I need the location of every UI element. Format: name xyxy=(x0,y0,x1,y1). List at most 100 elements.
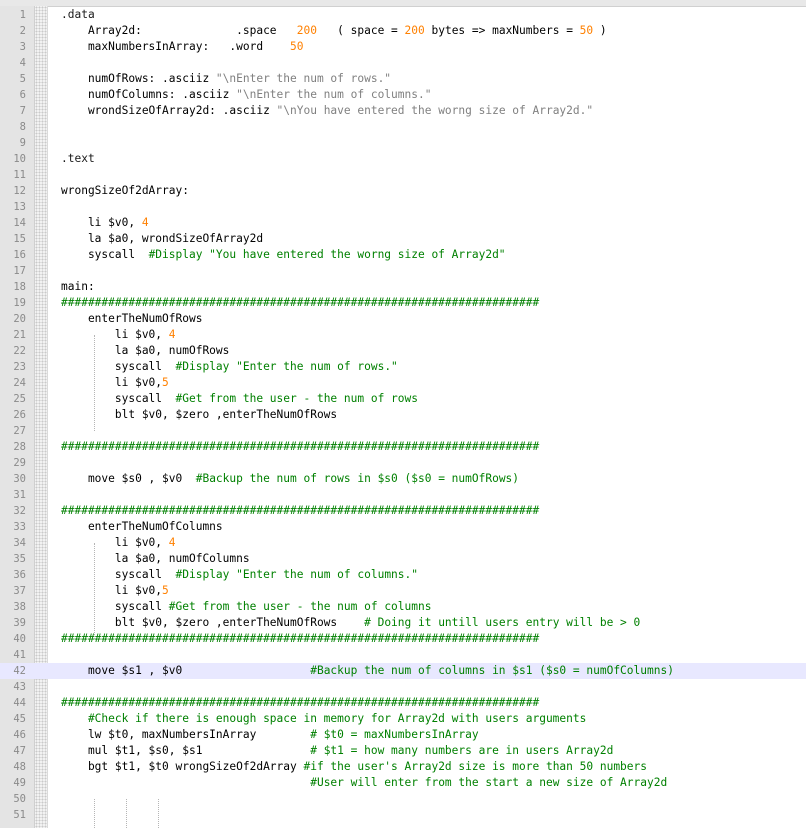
code-token: main: xyxy=(61,280,95,293)
code-line[interactable]: 3 maxNumbersInArray: .word 50 xyxy=(0,39,806,55)
code-line[interactable]: 35 la $a0, numOfColumns xyxy=(0,551,806,567)
code-line[interactable]: 47 mul $t1, $s0, $s1 # $t1 = how many nu… xyxy=(0,743,806,759)
code-token: syscall xyxy=(61,360,176,373)
code-token: li $v0, xyxy=(61,536,169,549)
line-code: blt $v0, $zero ,enterTheNumOfRows xyxy=(61,407,337,423)
code-line[interactable]: 27 xyxy=(0,423,806,439)
line-number: 17 xyxy=(13,265,26,277)
code-line[interactable]: 25 syscall #Get from the user - the num … xyxy=(0,391,806,407)
line-number: 21 xyxy=(13,329,26,341)
line-number: 29 xyxy=(13,457,26,469)
code-line[interactable]: 31 xyxy=(0,487,806,503)
code-line[interactable]: 33 enterTheNumOfColumns xyxy=(0,519,806,535)
code-line[interactable]: 22 la $a0, numOfRows xyxy=(0,343,806,359)
code-token: syscall xyxy=(61,248,149,261)
code-line[interactable]: 46 lw $t0, maxNumbersInArray # $t0 = max… xyxy=(0,727,806,743)
code-line[interactable]: 14 li $v0, 4 xyxy=(0,215,806,231)
line-code: enterTheNumOfColumns xyxy=(61,519,223,535)
line-number: 50 xyxy=(13,793,26,805)
code-line[interactable]: 37 li $v0,5 xyxy=(0,583,806,599)
line-number: 3 xyxy=(19,41,26,53)
code-token: #Display "Enter the num of rows." xyxy=(175,360,398,373)
code-line[interactable]: 28 ######################################… xyxy=(0,439,806,455)
line-number: 2 xyxy=(19,25,26,37)
code-line[interactable]: 41 xyxy=(0,647,806,663)
code-token: li $v0, xyxy=(61,328,169,341)
line-number: 44 xyxy=(13,697,26,709)
line-number: 41 xyxy=(13,649,26,661)
code-line[interactable]: 45 #Check if there is enough space in me… xyxy=(0,711,806,727)
code-token: #if the user's Array2d size is more than… xyxy=(303,760,647,773)
code-line[interactable]: 40 ######################################… xyxy=(0,631,806,647)
code-line[interactable]: 13 xyxy=(0,199,806,215)
code-line[interactable]: 4 xyxy=(0,55,806,71)
code-line[interactable]: 39 blt $v0, $zero ,enterTheNumOfRows # D… xyxy=(0,615,806,631)
line-number: 24 xyxy=(13,377,26,389)
code-line[interactable]: 7 wrondSizeOfArray2d: .asciiz "\nYou hav… xyxy=(0,103,806,119)
code-token: la $a0, numOfRows xyxy=(61,344,230,357)
line-number: 16 xyxy=(13,249,26,261)
code-editor[interactable]: 1 .data 2 Array2d: .space 200 ( space = 20… xyxy=(0,0,806,828)
code-line[interactable]: 44 ######################################… xyxy=(0,695,806,711)
indent-guide xyxy=(94,543,95,639)
code-line[interactable]: 16 syscall #Display "You have entered th… xyxy=(0,247,806,263)
code-line[interactable]: 5 numOfRows: .asciiz "\nEnter the num of… xyxy=(0,71,806,87)
line-code: ########################################… xyxy=(61,439,539,455)
code-line[interactable]: 36 syscall #Display "Enter the num of co… xyxy=(0,567,806,583)
current-code-line[interactable]: 42 move $s1 , $v0 #Backup the num of col… xyxy=(0,663,806,679)
line-number: 48 xyxy=(13,761,26,773)
line-number: 23 xyxy=(13,361,26,373)
code-token: enterTheNumOfRows xyxy=(61,312,203,325)
line-number: 15 xyxy=(13,233,26,245)
code-token: ########################################… xyxy=(61,696,540,709)
code-token: # $t1 = how many numbers are in users Ar… xyxy=(310,744,614,757)
code-token: .text xyxy=(61,152,95,165)
code-line[interactable]: 43 xyxy=(0,679,806,695)
code-line[interactable]: 11 xyxy=(0,167,806,183)
code-line[interactable]: 51 xyxy=(0,807,806,823)
code-line[interactable]: 8 xyxy=(0,119,806,135)
code-line[interactable]: 29 xyxy=(0,455,806,471)
code-token: "\nEnter the num of rows." xyxy=(215,72,392,85)
line-code: numOfRows: .asciiz "\nEnter the num of r… xyxy=(61,71,391,87)
line-number: 45 xyxy=(13,713,26,725)
code-line[interactable]: 24 li $v0,5 xyxy=(0,375,806,391)
code-line[interactable]: 38 syscall #Get from the user - the num … xyxy=(0,599,806,615)
code-line[interactable]: 2 Array2d: .space 200 ( space = 200 byte… xyxy=(0,23,806,39)
code-token: # Doing it untill users entry will be > … xyxy=(364,616,641,629)
code-text-area[interactable]: 1 .data 2 Array2d: .space 200 ( space = 20… xyxy=(0,7,806,823)
code-token: li $v0, xyxy=(61,584,163,597)
line-number: 12 xyxy=(13,185,26,197)
code-line[interactable]: 21 li $v0, 4 xyxy=(0,327,806,343)
code-line[interactable]: 26 blt $v0, $zero ,enterTheNumOfRows xyxy=(0,407,806,423)
code-line[interactable]: 48 bgt $t1, $t0 wrongSizeOf2dArray #if t… xyxy=(0,759,806,775)
code-line[interactable]: 32 ######################################… xyxy=(0,503,806,519)
code-line[interactable]: 23 syscall #Display "Enter the num of ro… xyxy=(0,359,806,375)
line-number: 37 xyxy=(13,585,26,597)
code-line[interactable]: 49 #User will enter from the start a new… xyxy=(0,775,806,791)
line-code: wrondSizeOfArray2d: .asciiz "\nYou have … xyxy=(61,103,593,119)
code-line[interactable]: 1 .data xyxy=(0,7,806,23)
code-line[interactable]: 19 ######################################… xyxy=(0,295,806,311)
code-line[interactable]: 9 xyxy=(0,135,806,151)
code-line[interactable]: 30 move $s0 , $v0 #Backup the num of row… xyxy=(0,471,806,487)
code-token: enterTheNumOfColumns xyxy=(61,520,223,533)
code-line[interactable]: 34 li $v0, 4 xyxy=(0,535,806,551)
code-line[interactable]: 18 main: xyxy=(0,279,806,295)
code-token: Array2d: .space xyxy=(61,24,297,37)
code-token: li $v0, xyxy=(61,216,142,229)
code-line[interactable]: 17 xyxy=(0,263,806,279)
code-line[interactable]: 15 la $a0, wrondSizeOfArray2d xyxy=(0,231,806,247)
code-line[interactable]: 20 enterTheNumOfRows xyxy=(0,311,806,327)
code-line[interactable]: 50 xyxy=(0,791,806,807)
line-code: #User will enter from the start a new si… xyxy=(61,775,667,791)
code-token: "\nYou have entered the worng size of Ar… xyxy=(276,104,594,117)
code-line[interactable]: 12 wrongSizeOf2dArray: xyxy=(0,183,806,199)
line-number: 10 xyxy=(13,153,26,165)
code-line[interactable]: 6 numOfColumns: .asciiz "\nEnter the num… xyxy=(0,87,806,103)
code-line[interactable]: 10 .text xyxy=(0,151,806,167)
code-token: ########################################… xyxy=(61,504,540,517)
line-number: 36 xyxy=(13,569,26,581)
indent-guide xyxy=(94,799,95,828)
line-code: syscall #Display "You have entered the w… xyxy=(61,247,506,263)
